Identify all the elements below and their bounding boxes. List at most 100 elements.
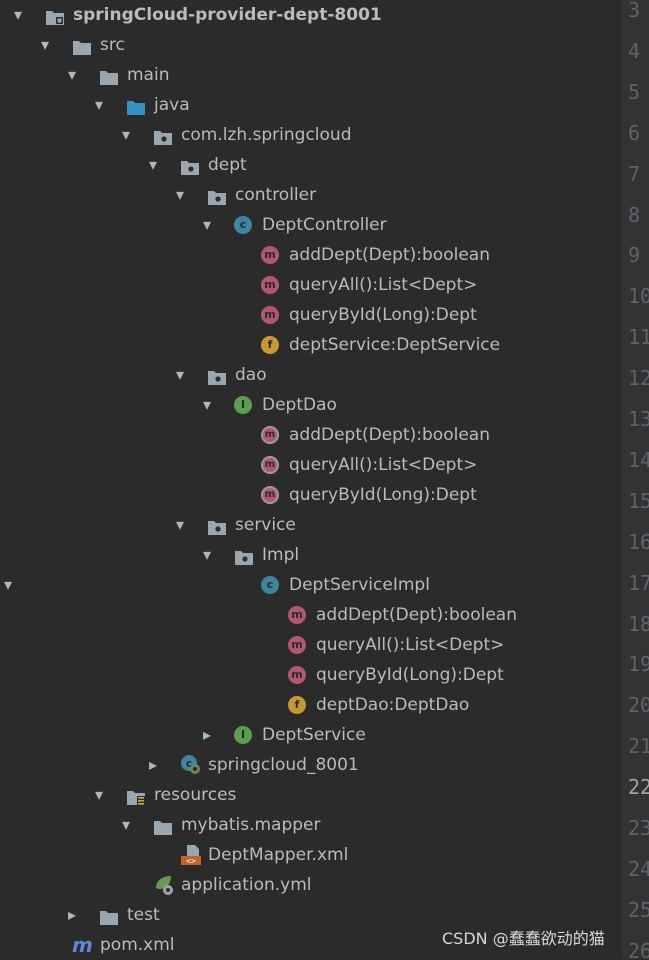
- project-tree: ▾ springCloud-provider-dept-8001 ▾ src ▾ main…: [0, 0, 622, 959]
- folder-icon: [72, 36, 91, 55]
- line-number: 7: [628, 161, 641, 186]
- tree-node[interactable]: ▾ dao: [0, 360, 622, 390]
- chevron-down-icon[interactable]: ▾: [172, 510, 188, 540]
- method-icon: m: [261, 306, 279, 324]
- class-icon: c: [261, 576, 279, 594]
- tree-node[interactable]: m addDept(Dept):boolean: [0, 600, 622, 630]
- chevron-down-icon[interactable]: ▾: [172, 360, 188, 390]
- tree-node[interactable]: m addDept(Dept):boolean: [0, 240, 622, 270]
- tree-node-label: pom.xml: [100, 935, 175, 955]
- tree-node-label: java: [154, 95, 190, 115]
- abstract-method-icon: m: [261, 426, 279, 444]
- chevron-down-icon[interactable]: ▾: [0, 570, 16, 600]
- tree-node[interactable]: ▾ mybatis.mapper: [0, 810, 622, 840]
- tree-node-label: resources: [154, 785, 237, 805]
- line-number: 13: [628, 407, 649, 431]
- tree-node[interactable]: <> DeptMapper.xml: [0, 840, 622, 870]
- tree-node[interactable]: m queryById(Long):Dept: [0, 300, 622, 330]
- tree-node[interactable]: ▸ I DeptService: [0, 720, 622, 750]
- resources-folder-icon: [126, 786, 145, 805]
- tree-node[interactable]: ▾ I DeptDao: [0, 390, 622, 420]
- tree-node[interactable]: f deptDao:DeptDao: [0, 690, 622, 720]
- chevron-right-icon[interactable]: ▸: [64, 900, 80, 930]
- chevron-down-icon[interactable]: ▾: [118, 120, 134, 150]
- tree-node[interactable]: m queryAll():List<Dept>: [0, 270, 622, 300]
- tree-node[interactable]: m queryById(Long):Dept: [0, 480, 622, 510]
- chevron-down-icon[interactable]: ▾: [64, 60, 80, 90]
- abstract-method-icon: m: [261, 486, 279, 504]
- tree-node-label: queryById(Long):Dept: [289, 305, 477, 325]
- field-icon: f: [261, 336, 279, 354]
- line-number: 17: [628, 570, 649, 595]
- chevron-down-icon[interactable]: ▾: [118, 810, 134, 840]
- field-icon: f: [288, 696, 306, 714]
- chevron-down-icon[interactable]: ▾: [91, 90, 107, 120]
- tree-node[interactable]: ▾ c DeptServiceImpl: [0, 570, 622, 600]
- tree-node-label: queryById(Long):Dept: [316, 665, 504, 685]
- tree-node[interactable]: ▾ service: [0, 510, 622, 540]
- module-folder-icon: [45, 6, 64, 25]
- tree-node-label: DeptService: [262, 725, 366, 745]
- svg-text:<>: <>: [186, 857, 196, 866]
- tree-node-label: com.lzh.springcloud: [181, 125, 352, 145]
- tree-node-label: dept: [208, 155, 247, 175]
- package-icon: [207, 366, 226, 385]
- method-icon: m: [288, 636, 306, 654]
- line-number: 21: [628, 734, 649, 759]
- interface-icon: I: [234, 396, 252, 414]
- line-number: 10: [628, 284, 649, 309]
- chevron-down-icon[interactable]: ▾: [37, 30, 53, 60]
- tree-node[interactable]: ▾ c DeptController: [0, 210, 622, 240]
- chevron-right-icon[interactable]: ▸: [145, 750, 161, 780]
- package-icon: [180, 156, 199, 175]
- chevron-down-icon[interactable]: ▾: [145, 150, 161, 180]
- chevron-down-icon[interactable]: ▾: [199, 210, 215, 240]
- tree-node-label: dao: [235, 365, 267, 385]
- tree-node-label: main: [127, 65, 170, 85]
- xml-file-icon: <>: [180, 844, 201, 866]
- chevron-down-icon[interactable]: ▾: [199, 540, 215, 570]
- line-number: 26: [628, 938, 649, 959]
- interface-icon: I: [234, 726, 252, 744]
- tree-node-label: controller: [235, 185, 317, 205]
- tree-node-label: Impl: [262, 545, 300, 565]
- line-number: 3: [628, 0, 641, 22]
- tree-node-label: application.yml: [181, 875, 312, 895]
- method-icon: m: [288, 606, 306, 624]
- tree-node-label: mybatis.mapper: [181, 815, 321, 835]
- tree-node[interactable]: ▾ Impl: [0, 540, 622, 570]
- chevron-down-icon[interactable]: ▾: [172, 180, 188, 210]
- tree-node[interactable]: ▾ springCloud-provider-dept-8001: [0, 0, 622, 30]
- tree-node[interactable]: ▾ main: [0, 60, 622, 90]
- chevron-right-icon[interactable]: ▸: [199, 720, 215, 750]
- chevron-down-icon[interactable]: ▾: [91, 780, 107, 810]
- method-icon: m: [261, 246, 279, 264]
- tree-node-label: addDept(Dept):boolean: [289, 425, 490, 445]
- tree-node[interactable]: ▾ com.lzh.springcloud: [0, 120, 622, 150]
- line-number: 19: [628, 652, 649, 677]
- tree-node-label: springCloud-provider-dept-8001: [73, 5, 382, 25]
- line-number: 4: [628, 38, 641, 63]
- tree-node[interactable]: ▸ c springcloud_8001: [0, 750, 622, 780]
- tree-node[interactable]: m addDept(Dept):boolean: [0, 420, 622, 450]
- line-number: 12: [628, 366, 649, 391]
- line-number: 23: [628, 816, 649, 840]
- tree-node[interactable]: ▾ dept: [0, 150, 622, 180]
- chevron-down-icon[interactable]: ▾: [10, 0, 26, 30]
- tree-node[interactable]: ▾ java: [0, 90, 622, 120]
- line-number: 20: [628, 693, 649, 718]
- tree-node-label: DeptServiceImpl: [289, 575, 430, 595]
- package-icon: [234, 546, 253, 565]
- line-number: 18: [628, 611, 649, 636]
- tree-node[interactable]: ▾ controller: [0, 180, 622, 210]
- line-number: 6: [628, 120, 641, 145]
- line-number: 11: [628, 325, 649, 350]
- tree-node[interactable]: ▾ resources: [0, 780, 622, 810]
- tree-node[interactable]: m queryAll():List<Dept>: [0, 630, 622, 660]
- tree-node[interactable]: ▾ src: [0, 30, 622, 60]
- tree-node[interactable]: application.yml: [0, 870, 622, 900]
- chevron-down-icon[interactable]: ▾: [199, 390, 215, 420]
- tree-node[interactable]: m queryById(Long):Dept: [0, 660, 622, 690]
- tree-node[interactable]: m queryAll():List<Dept>: [0, 450, 622, 480]
- tree-node[interactable]: f deptService:DeptService: [0, 330, 622, 360]
